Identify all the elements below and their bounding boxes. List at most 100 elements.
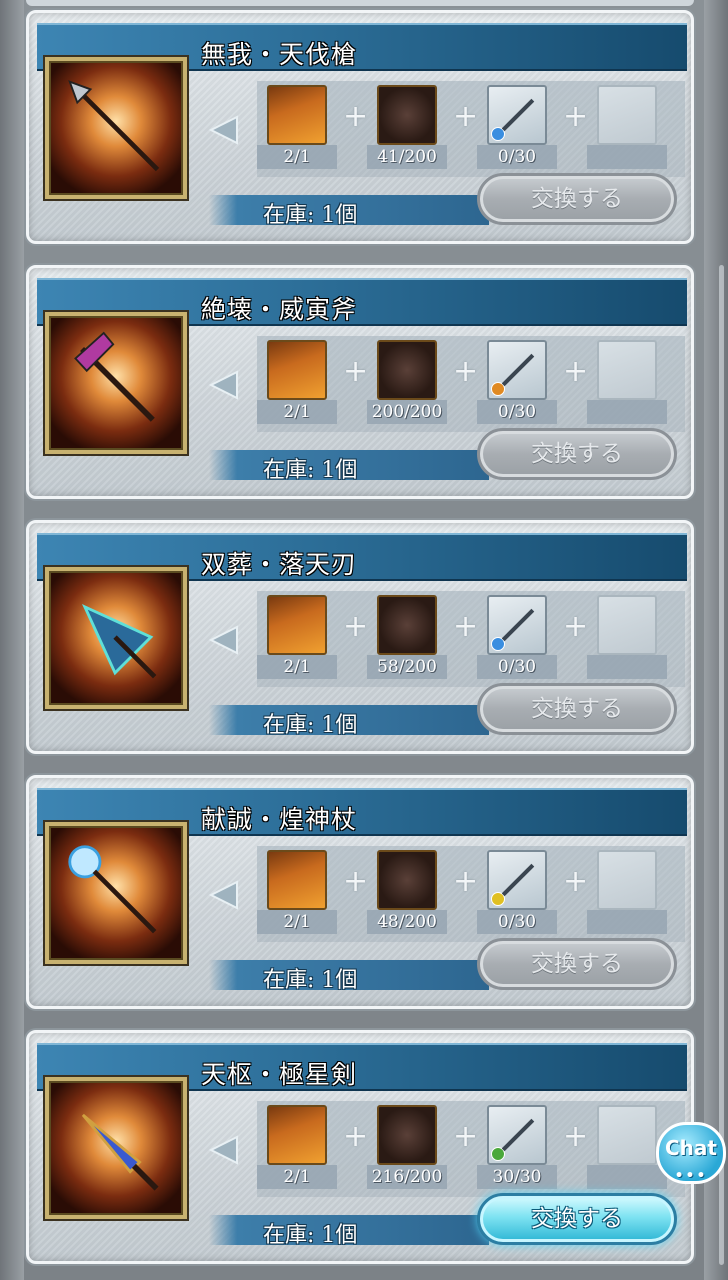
material-empty-slot bbox=[587, 850, 667, 934]
exchange-card: 絶壊・威寅斧 2/1 + 200/200 + 0/30 + 在庫: 1個 交換す… bbox=[26, 265, 694, 499]
arrow-left-icon bbox=[208, 115, 238, 145]
exchange-card: 無我・天伐槍 2/1 + 41/200 + 0/30 + 在庫: 1個 交換する bbox=[26, 10, 694, 244]
material-count: 0/30 bbox=[477, 655, 557, 679]
material-empty-slot bbox=[587, 85, 667, 169]
exchange-card: 献誠・煌神杖 2/1 + 48/200 + 0/30 + 在庫: 1個 交換する bbox=[26, 775, 694, 1009]
material-gold-slot[interactable]: 2/1 bbox=[257, 340, 337, 424]
plus-icon: + bbox=[453, 864, 479, 899]
material-weapon-slot[interactable]: 30/30 bbox=[477, 1105, 557, 1189]
weapon-shape bbox=[501, 98, 535, 132]
plus-icon: + bbox=[563, 354, 589, 389]
material-empty-slot bbox=[587, 1105, 667, 1189]
material-count bbox=[587, 145, 667, 169]
plus-icon: + bbox=[343, 864, 369, 899]
gold-bar-icon bbox=[267, 1105, 327, 1165]
plus-icon: + bbox=[343, 354, 369, 389]
spear-icon[interactable] bbox=[45, 57, 187, 199]
item-title: 献誠・煌神杖 bbox=[201, 805, 358, 834]
exchange-card: 天枢・極星剣 2/1 + 216/200 + 30/30 + 在庫: 1個 交換… bbox=[26, 1030, 694, 1264]
item-title: 天枢・極星剣 bbox=[201, 1060, 358, 1089]
stock-label: 在庫: 1個 bbox=[263, 203, 358, 228]
right-frame bbox=[704, 0, 728, 1280]
stock-label: 在庫: 1個 bbox=[263, 1223, 358, 1248]
axe-icon[interactable] bbox=[45, 312, 187, 454]
material-count: 2/1 bbox=[257, 1165, 337, 1189]
exchange-button[interactable]: 交換する bbox=[477, 1193, 677, 1245]
plus-icon: + bbox=[563, 1119, 589, 1154]
material-count: 58/200 bbox=[367, 655, 447, 679]
material-weapon-slot[interactable]: 0/30 bbox=[477, 850, 557, 934]
stock-label: 在庫: 1個 bbox=[263, 968, 358, 993]
exchange-button[interactable]: 交換する bbox=[477, 938, 677, 990]
empty-slot-icon bbox=[597, 85, 657, 145]
material-count: 48/200 bbox=[367, 910, 447, 934]
material-gold-slot[interactable]: 2/1 bbox=[257, 595, 337, 679]
gold-bar-icon bbox=[267, 850, 327, 910]
material-count: 2/1 bbox=[257, 655, 337, 679]
ore-icon bbox=[377, 85, 437, 145]
arrow-left-icon bbox=[208, 1135, 238, 1165]
gold-bar-icon bbox=[267, 85, 327, 145]
chat-button[interactable]: Chat ••• bbox=[656, 1122, 726, 1184]
exchange-card: 双葬・落天刃 2/1 + 58/200 + 0/30 + 在庫: 1個 交換する bbox=[26, 520, 694, 754]
arrow-left-icon bbox=[208, 625, 238, 655]
dagger-icon[interactable] bbox=[45, 567, 187, 709]
left-frame bbox=[0, 0, 24, 1280]
ore-icon bbox=[377, 595, 437, 655]
ore-icon bbox=[377, 850, 437, 910]
item-title: 双葬・落天刃 bbox=[201, 550, 358, 579]
gold-bar-icon bbox=[267, 340, 327, 400]
material-ore-slot[interactable]: 200/200 bbox=[367, 340, 447, 424]
scrollbar[interactable] bbox=[719, 265, 724, 1265]
plus-icon: + bbox=[343, 609, 369, 644]
staff-icon bbox=[487, 850, 547, 910]
material-count bbox=[587, 1165, 667, 1189]
weapon-shape bbox=[501, 353, 535, 387]
ore-icon bbox=[377, 340, 437, 400]
empty-slot-icon bbox=[597, 595, 657, 655]
material-ore-slot[interactable]: 48/200 bbox=[367, 850, 447, 934]
material-empty-slot bbox=[587, 340, 667, 424]
ore-icon bbox=[377, 1105, 437, 1165]
stock-label: 在庫: 1個 bbox=[263, 458, 358, 483]
item-title: 絶壊・威寅斧 bbox=[201, 295, 358, 324]
plus-icon: + bbox=[343, 1119, 369, 1154]
material-count: 2/1 bbox=[257, 910, 337, 934]
material-count: 200/200 bbox=[367, 400, 447, 424]
material-weapon-slot[interactable]: 0/30 bbox=[477, 340, 557, 424]
weapon-shape bbox=[501, 863, 535, 897]
exchange-button[interactable]: 交換する bbox=[477, 428, 677, 480]
material-gold-slot[interactable]: 2/1 bbox=[257, 1105, 337, 1189]
previous-card-edge bbox=[26, 0, 694, 6]
material-weapon-slot[interactable]: 0/30 bbox=[477, 85, 557, 169]
material-ore-slot[interactable]: 216/200 bbox=[367, 1105, 447, 1189]
plus-icon: + bbox=[563, 864, 589, 899]
material-count: 2/1 bbox=[257, 145, 337, 169]
item-title: 無我・天伐槍 bbox=[201, 40, 358, 69]
arrow-left-icon bbox=[208, 880, 238, 910]
chat-dots-icon: ••• bbox=[674, 1168, 708, 1184]
material-count: 216/200 bbox=[367, 1165, 447, 1189]
exchange-button[interactable]: 交換する bbox=[477, 683, 677, 735]
material-ore-slot[interactable]: 41/200 bbox=[367, 85, 447, 169]
sword-icon[interactable] bbox=[45, 1077, 187, 1219]
spear-icon bbox=[487, 85, 547, 145]
material-empty-slot bbox=[587, 595, 667, 679]
material-ore-slot[interactable]: 58/200 bbox=[367, 595, 447, 679]
material-gold-slot[interactable]: 2/1 bbox=[257, 85, 337, 169]
stock-label: 在庫: 1個 bbox=[263, 713, 358, 738]
plus-icon: + bbox=[343, 99, 369, 134]
material-count: 2/1 bbox=[257, 400, 337, 424]
plus-icon: + bbox=[563, 99, 589, 134]
material-weapon-slot[interactable]: 0/30 bbox=[477, 595, 557, 679]
plus-icon: + bbox=[563, 609, 589, 644]
dagger-icon bbox=[487, 595, 547, 655]
plus-icon: + bbox=[453, 609, 479, 644]
staff-icon[interactable] bbox=[45, 822, 187, 964]
material-count: 0/30 bbox=[477, 145, 557, 169]
sword-icon bbox=[487, 1105, 547, 1165]
plus-icon: + bbox=[453, 1119, 479, 1154]
exchange-button[interactable]: 交換する bbox=[477, 173, 677, 225]
material-gold-slot[interactable]: 2/1 bbox=[257, 850, 337, 934]
empty-slot-icon bbox=[597, 1105, 657, 1165]
